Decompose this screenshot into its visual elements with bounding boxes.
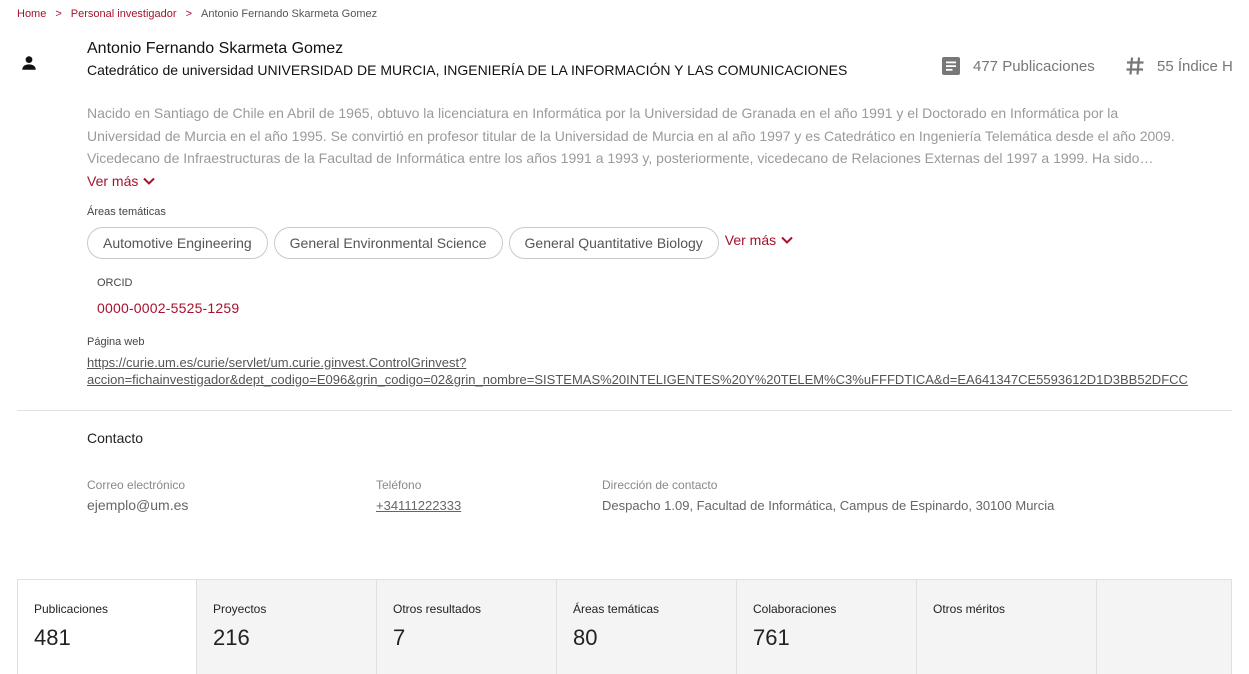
website-link[interactable]: https://curie.um.es/curie/servlet/um.cur… bbox=[87, 354, 1188, 388]
hashtag-icon bbox=[1126, 57, 1144, 75]
orcid-label: ORCID bbox=[97, 277, 133, 289]
tab-proyectos[interactable]: Proyectos 216 bbox=[197, 580, 377, 674]
areas-see-more-button[interactable]: Ver más bbox=[725, 232, 793, 248]
breadcrumb-home-link[interactable]: Home bbox=[17, 8, 46, 20]
tab-label: Colaboraciones bbox=[753, 602, 837, 616]
tab-otros-meritos[interactable]: Otros méritos bbox=[917, 580, 1097, 674]
area-chip[interactable]: General Quantitative Biology bbox=[508, 227, 719, 259]
contact-title: Contacto bbox=[87, 430, 144, 446]
tab-count: 7 bbox=[393, 625, 406, 650]
website-label: Página web bbox=[87, 336, 145, 348]
tab-label: Proyectos bbox=[213, 602, 267, 616]
tab-count: 216 bbox=[213, 625, 250, 650]
tab-label: Otros resultados bbox=[393, 602, 482, 616]
phone-link[interactable]: +34111222333 bbox=[376, 498, 461, 513]
researcher-bio: Nacido en Santiago de Chile en Abril de … bbox=[87, 102, 1207, 170]
tab-label: Áreas temáticas bbox=[573, 602, 660, 616]
breadcrumb-separator: > bbox=[185, 8, 193, 20]
area-chip[interactable]: General Environmental Science bbox=[273, 227, 503, 259]
tab-count: 481 bbox=[34, 625, 71, 650]
breadcrumb-section-link[interactable]: Personal investigador bbox=[71, 8, 177, 20]
phone-label: Teléfono bbox=[376, 478, 422, 492]
bio-line: Universidad de Murcia en el año 1995. Se… bbox=[87, 127, 1175, 144]
person-icon bbox=[22, 56, 36, 70]
website-link-line: https://curie.um.es/curie/servlet/um.cur… bbox=[87, 355, 467, 370]
tab-colaboraciones[interactable]: Colaboraciones 761 bbox=[737, 580, 917, 674]
researcher-name: Antonio Fernando Skarmeta Gomez bbox=[87, 40, 344, 57]
address-value: Despacho 1.09, Facultad de Informática, … bbox=[602, 498, 1055, 513]
tab-count: 80 bbox=[573, 625, 598, 650]
email-value: ejemplo@um.es bbox=[87, 497, 189, 513]
tab-label: Publicaciones bbox=[34, 602, 109, 616]
tab-count: 761 bbox=[753, 625, 790, 650]
tab-otros-resultados[interactable]: Otros resultados 7 bbox=[377, 580, 557, 674]
areas-chip-list: Automotive Engineering General Environme… bbox=[87, 227, 793, 259]
website-link-line: accion=fichainvestigador&dept_codigo=E09… bbox=[87, 372, 1188, 387]
bio-see-more-button[interactable]: Ver más bbox=[87, 173, 156, 189]
bio-see-more-label: Ver más bbox=[87, 173, 139, 189]
document-icon bbox=[942, 57, 960, 75]
publications-metric: 477 Publicaciones bbox=[941, 56, 1095, 76]
chevron-down-icon bbox=[143, 177, 156, 185]
area-chip[interactable]: Automotive Engineering bbox=[87, 227, 268, 259]
researcher-position: Catedrático de universidad UNIVERSIDAD D… bbox=[87, 62, 848, 78]
chevron-down-icon bbox=[781, 236, 793, 244]
hindex-metric-value: 55 Índice H bbox=[1157, 57, 1233, 75]
orcid-link[interactable]: 0000-0002-5525-1259 bbox=[97, 300, 239, 316]
bio-line: Nacido en Santiago de Chile en Abril de … bbox=[87, 105, 1119, 121]
breadcrumb: Home > Personal investigador > Antonio F… bbox=[17, 8, 377, 20]
breadcrumb-current: Antonio Fernando Skarmeta Gomez bbox=[201, 8, 378, 20]
email-label: Correo electrónico bbox=[87, 478, 186, 492]
tab-filler bbox=[1097, 580, 1232, 674]
tab-publicaciones[interactable]: Publicaciones 481 bbox=[17, 580, 197, 674]
address-label: Dirección de contacto bbox=[602, 478, 718, 492]
bio-line: Vicedecano de Infraestructuras de la Fac… bbox=[87, 150, 1154, 166]
areas-label: Áreas temáticas bbox=[87, 206, 166, 218]
tab-label: Otros méritos bbox=[933, 602, 1006, 616]
publications-metric-value: 477 Publicaciones bbox=[973, 57, 1095, 75]
results-tabs: Publicaciones 481 Proyectos 216 Otros re… bbox=[17, 579, 1232, 674]
breadcrumb-separator: > bbox=[55, 8, 62, 20]
hindex-metric: 55 Índice H bbox=[1125, 56, 1233, 76]
areas-see-more-label: Ver más bbox=[724, 232, 777, 248]
tab-areas-tematicas[interactable]: Áreas temáticas 80 bbox=[557, 580, 737, 674]
section-divider bbox=[17, 410, 1232, 411]
